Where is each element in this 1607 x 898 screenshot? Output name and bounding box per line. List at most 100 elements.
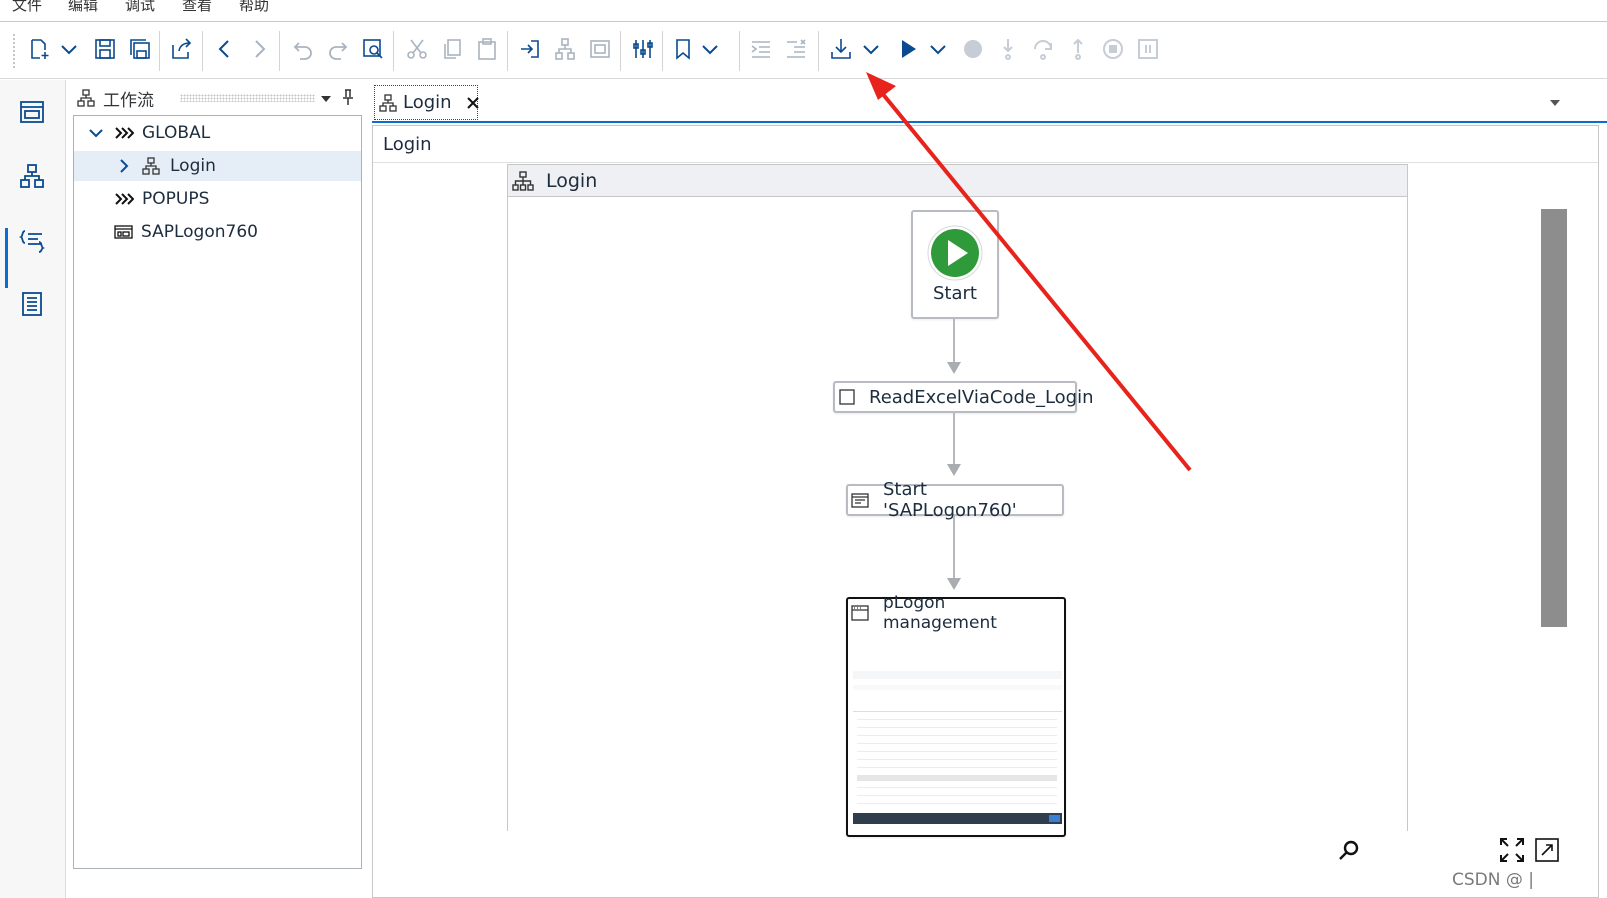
settings-sliders-icon[interactable]: [630, 35, 656, 63]
toolbar-grip[interactable]: [12, 33, 16, 69]
workflow-editor: Login Login Login Start ReadExcelViaCode…: [372, 82, 1607, 898]
bookmark-dropdown-icon[interactable]: [697, 35, 723, 63]
bookmark-icon[interactable]: [670, 35, 696, 63]
step-into-icon[interactable]: [995, 35, 1021, 63]
tree-node-login[interactable]: Login: [74, 151, 361, 181]
workflow-panel-title: 工作流: [103, 90, 154, 111]
new-file-icon[interactable]: [26, 35, 52, 63]
step-out-icon[interactable]: [1065, 35, 1091, 63]
download-deploy-icon[interactable]: [828, 35, 854, 63]
tree-node-global[interactable]: GLOBAL: [74, 118, 361, 148]
screen-icon: [114, 224, 133, 240]
run-icon[interactable]: [895, 35, 921, 63]
thumb-footer: [853, 813, 1062, 824]
deploy-dropdown-icon[interactable]: [858, 35, 884, 63]
menu-bar: 文件 编辑 调试 查看 帮助: [0, 0, 1607, 22]
undo-icon[interactable]: [290, 35, 316, 63]
back-icon[interactable]: [212, 35, 238, 63]
redo-icon[interactable]: [325, 35, 351, 63]
frame-icon[interactable]: [587, 35, 613, 63]
chevrons-right-icon: [114, 125, 134, 141]
thumb-row: [857, 795, 1057, 796]
menu-debug[interactable]: 调试: [125, 0, 155, 15]
start-label: Start: [933, 283, 977, 304]
document-icon[interactable]: [14, 286, 50, 322]
dropdown-icon[interactable]: [56, 35, 82, 63]
chevron-down-icon[interactable]: [88, 125, 104, 141]
tree-node-label: SAPLogon760: [141, 222, 258, 242]
start-step[interactable]: Start: [911, 210, 999, 319]
run-dropdown-icon[interactable]: [925, 35, 951, 63]
start-saplogon-step[interactable]: Start 'SAPLogon760': [846, 479, 1064, 521]
editor-canvas: Login Login Start ReadExcelViaCode_Login: [372, 125, 1599, 898]
thumb-row: [857, 719, 1057, 720]
chevron-right-icon[interactable]: [116, 158, 132, 174]
cut-icon[interactable]: [404, 35, 430, 63]
expand-icon[interactable]: [1534, 837, 1560, 863]
thumb-row: [857, 735, 1057, 736]
workflow-panel: 工作流 GLOBAL Login POPUPS SAPLogon760: [68, 82, 370, 898]
group-icon[interactable]: [552, 35, 578, 63]
workflow-lane: Login Start ReadExcelViaCode_Login Start…: [507, 164, 1408, 837]
tab-login[interactable]: Login: [374, 85, 480, 120]
step-label: ReadExcelViaCode_Login: [869, 386, 1094, 408]
screen-icon: [851, 492, 869, 508]
pin-icon[interactable]: [341, 88, 355, 106]
play-icon: [927, 225, 983, 281]
export-icon[interactable]: [168, 35, 194, 63]
paste-icon[interactable]: [474, 35, 500, 63]
thumb-titlebar: [853, 671, 1062, 679]
step-over-icon[interactable]: [1030, 35, 1056, 63]
workflow-icon: [77, 89, 95, 107]
workflow-icon: [379, 93, 397, 112]
thumb-footer-button: [1049, 815, 1060, 822]
stop-icon[interactable]: [1100, 35, 1126, 63]
copy-icon[interactable]: [439, 35, 465, 63]
vertical-scrollbar[interactable]: [1541, 209, 1567, 627]
script-icon[interactable]: [14, 222, 50, 258]
panel-drag-area[interactable]: [180, 94, 315, 102]
toolbar-separator: [507, 31, 508, 71]
close-icon[interactable]: [466, 96, 480, 110]
panel-menu-icon[interactable]: [319, 92, 333, 106]
pause-icon[interactable]: [1135, 35, 1161, 63]
indent-icon[interactable]: [748, 35, 774, 63]
connector: [953, 413, 955, 466]
chevrons-right-icon: [114, 191, 134, 207]
editor-tab-strip: Login: [372, 82, 1607, 123]
breadcrumb[interactable]: Login: [373, 126, 1598, 163]
breakpoint-icon[interactable]: [960, 35, 986, 63]
lane-header: Login: [508, 165, 1407, 197]
tree-node-saplogon[interactable]: SAPLogon760: [74, 217, 361, 247]
toolbar-separator: [739, 31, 740, 71]
read-excel-step[interactable]: ReadExcelViaCode_Login: [833, 381, 1094, 413]
sitemap-icon: [512, 170, 534, 192]
tab-list-dropdown-icon[interactable]: [1548, 98, 1562, 108]
menu-view[interactable]: 查看: [182, 0, 212, 15]
connector: [953, 319, 955, 364]
insert-icon[interactable]: [517, 35, 543, 63]
tree-node-label: Login: [170, 156, 216, 176]
thumb-divider: [853, 711, 1062, 712]
fit-to-screen-icon[interactable]: [1499, 837, 1525, 863]
tab-label: Login: [403, 92, 452, 113]
connector: [953, 516, 955, 580]
outdent-icon[interactable]: [783, 35, 809, 63]
workflow-panel-header: 工作流: [73, 82, 365, 114]
menu-file[interactable]: 文件: [12, 0, 42, 15]
toolbar-separator: [620, 31, 621, 71]
tree-node-popups[interactable]: POPUPS: [74, 184, 361, 214]
forward-icon[interactable]: [246, 35, 272, 63]
save-icon[interactable]: [92, 35, 118, 63]
save-all-icon[interactable]: [127, 35, 153, 63]
menu-help[interactable]: 帮助: [239, 0, 269, 15]
zoom-search-icon[interactable]: [1337, 839, 1361, 863]
workflow-tree: GLOBAL Login POPUPS SAPLogon760: [73, 115, 362, 869]
toolbar-separator: [279, 31, 280, 71]
window-icon: [851, 605, 869, 621]
find-icon[interactable]: [360, 35, 386, 63]
application-icon[interactable]: [14, 94, 50, 130]
menu-edit[interactable]: 编辑: [68, 0, 98, 15]
logon-screen-step[interactable]: pLogon management: [846, 593, 1066, 837]
workflow-icon[interactable]: [14, 158, 50, 194]
